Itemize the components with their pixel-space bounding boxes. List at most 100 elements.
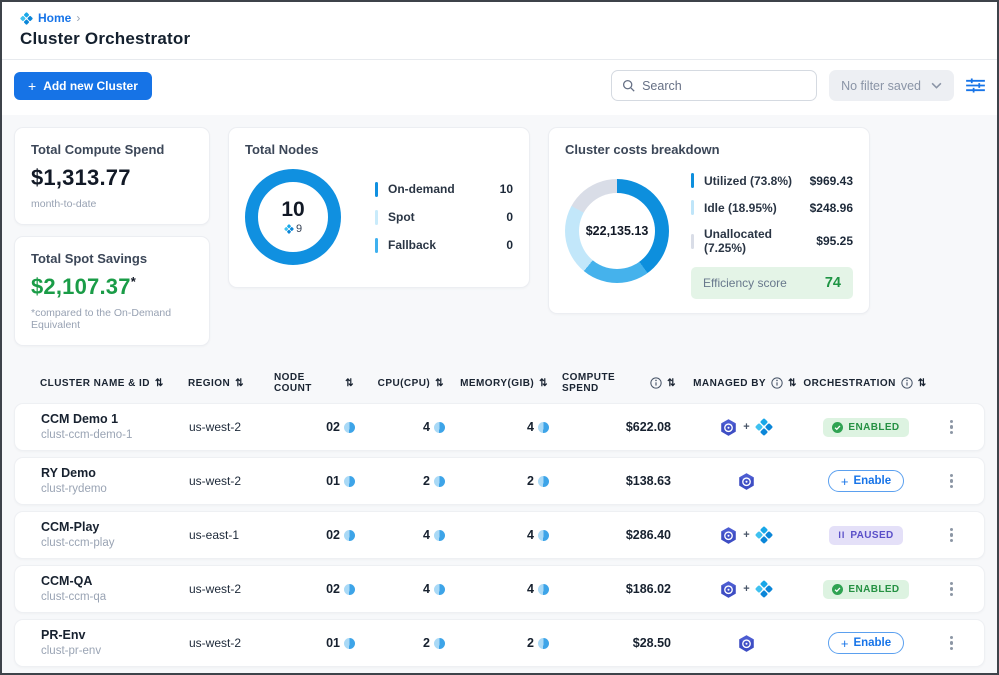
column-header-compute-spend[interactable]: COMPUTE SPEND ⇅: [562, 372, 690, 394]
cluster-name: PR-Env: [41, 627, 189, 643]
orchestration-cell: PAUSED II PAUSED + PAUSED: [801, 526, 931, 545]
sort-icon: ⇅: [667, 378, 676, 389]
table-row[interactable]: CCM-Play clust-ccm-play us-east-1 02 4 4…: [14, 511, 985, 559]
table-header: CLUSTER NAME & ID⇅REGION⇅NODE COUNT⇅CPU(…: [14, 362, 985, 403]
page-title: Cluster Orchestrator: [20, 29, 979, 49]
search-box[interactable]: [611, 70, 817, 101]
info-icon: [901, 377, 913, 389]
plus-icon: +: [841, 639, 849, 648]
cluster-name: RY Demo: [41, 465, 189, 481]
column-header-managed-by[interactable]: MANAGED BY ⇅: [690, 377, 800, 389]
total-nodes-card: Total Nodes 10 9: [228, 127, 530, 288]
managed-by-cell: +: [691, 580, 801, 599]
filter-sliders-icon[interactable]: [966, 78, 985, 93]
toolbar: + Add new Cluster No filter saved: [2, 60, 997, 115]
efficiency-score-value: 74: [825, 275, 841, 291]
plus-icon: +: [28, 81, 36, 91]
legend-color-bar: [375, 238, 378, 253]
legend-color-bar: [691, 173, 694, 188]
costs-donut: $22,135.13: [565, 179, 669, 283]
brand-logo-icon: [284, 224, 294, 234]
nodes-legend-item: Fallback 0: [375, 238, 513, 253]
total-spot-savings-value: $2,107.37*: [31, 274, 193, 300]
total-nodes-donut: 10 9: [245, 169, 341, 265]
legend-label: Utilized (73.8%): [704, 174, 810, 188]
pie-icon: [344, 476, 355, 487]
table-row[interactable]: RY Demo clust-rydemo us-west-2 01 2 2 $1…: [14, 457, 985, 505]
legend-value: $95.25: [816, 234, 853, 248]
paused-badge: II PAUSED: [829, 526, 902, 545]
total-spot-savings-card: Total Spot Savings $2,107.37* *compared …: [14, 236, 210, 346]
pie-icon: [434, 530, 445, 541]
column-header-cpu-cpu-[interactable]: CPU(CPU)⇅: [368, 378, 458, 389]
enable-button[interactable]: + Enable: [828, 470, 904, 492]
breadcrumb-home-link[interactable]: Home: [38, 11, 71, 25]
legend-label: Spot: [388, 210, 506, 224]
cast-ai-icon: [755, 526, 773, 544]
cluster-id: clust-ccm-demo-1: [41, 428, 189, 443]
cpu-cell: 2: [369, 474, 459, 488]
plus-icon: +: [743, 529, 749, 541]
legend-label: Idle (18.95%): [704, 201, 810, 215]
table-row[interactable]: CCM-QA clust-ccm-qa us-west-2 02 4 4 $18…: [14, 565, 985, 613]
clusters-table: CLUSTER NAME & ID⇅REGION⇅NODE COUNT⇅CPU(…: [14, 362, 985, 675]
nodes-legend-item: Spot 0: [375, 210, 513, 225]
managed-by-cell: [691, 634, 801, 653]
enabled-badge: ENABLED: [823, 580, 908, 599]
add-cluster-button[interactable]: + Add new Cluster: [14, 72, 152, 100]
plus-icon: +: [743, 583, 749, 595]
column-header-region[interactable]: REGION⇅: [188, 378, 274, 389]
memory-cell: 4: [459, 582, 563, 596]
pie-icon: [434, 584, 445, 595]
legend-color-bar: [375, 182, 378, 197]
cluster-id: clust-ccm-play: [41, 536, 189, 551]
row-menu-kebab-icon[interactable]: [946, 632, 957, 655]
pie-icon: [344, 638, 355, 649]
card-title: Cluster costs breakdown: [565, 142, 853, 157]
column-header-memory-gib-[interactable]: MEMORY(GIB)⇅: [458, 378, 562, 389]
cpu-cell: 4: [369, 582, 459, 596]
row-menu-kebab-icon[interactable]: [946, 524, 957, 547]
memory-cell: 2: [459, 636, 563, 650]
chevron-down-icon: [931, 82, 942, 89]
search-icon: [622, 79, 635, 92]
plus-icon: +: [841, 477, 849, 486]
title-bar: Home › Cluster Orchestrator: [2, 2, 997, 60]
row-menu-kebab-icon[interactable]: [946, 470, 957, 493]
table-row[interactable]: PR-Env clust-pr-env us-west-2 01 2 2 $28…: [14, 619, 985, 667]
card-subtitle: month-to-date: [31, 198, 193, 210]
enable-button[interactable]: + Enable: [828, 632, 904, 654]
region-cell: us-west-2: [189, 420, 275, 434]
column-header-orchestration[interactable]: ORCHESTRATION ⇅: [800, 377, 930, 389]
region-cell: us-east-1: [189, 528, 275, 542]
pause-icon: II: [838, 530, 845, 540]
column-header-cluster-name-id[interactable]: CLUSTER NAME & ID⇅: [40, 378, 188, 389]
column-header-node-count[interactable]: NODE COUNT⇅: [274, 372, 368, 394]
orchestration-cell: Enable II Enable + Enable: [801, 470, 931, 492]
saved-filter-dropdown[interactable]: No filter saved: [829, 70, 954, 101]
managed-nodes-count: 9: [284, 223, 302, 235]
region-cell: us-west-2: [189, 636, 275, 650]
brand-logo-icon: [20, 12, 33, 25]
pie-icon: [344, 422, 355, 433]
compute-spend-cell: $286.40: [563, 528, 691, 542]
app-window: Home › Cluster Orchestrator + Add new Cl…: [0, 0, 999, 675]
sort-icon: ⇅: [155, 378, 164, 389]
card-title: Total Compute Spend: [31, 142, 193, 157]
node-count-cell: 01: [275, 474, 369, 488]
check-circle-icon: [832, 584, 843, 595]
sort-icon: ⇅: [345, 378, 354, 389]
legend-label: Fallback: [388, 238, 506, 252]
cluster-id: clust-ccm-qa: [41, 590, 189, 605]
table-row[interactable]: CCM Demo 1 clust-ccm-demo-1 us-west-2 02…: [14, 403, 985, 451]
memory-cell: 2: [459, 474, 563, 488]
orchestration-cell: Enable II Enable + Enable: [801, 632, 931, 654]
row-menu-kebab-icon[interactable]: [946, 578, 957, 601]
compute-spend-cell: $138.63: [563, 474, 691, 488]
sort-icon: ⇅: [918, 378, 927, 389]
eks-icon: [719, 418, 738, 437]
row-menu-kebab-icon[interactable]: [946, 416, 957, 439]
pie-icon: [538, 530, 549, 541]
cpu-cell: 4: [369, 528, 459, 542]
search-input[interactable]: [642, 79, 806, 93]
